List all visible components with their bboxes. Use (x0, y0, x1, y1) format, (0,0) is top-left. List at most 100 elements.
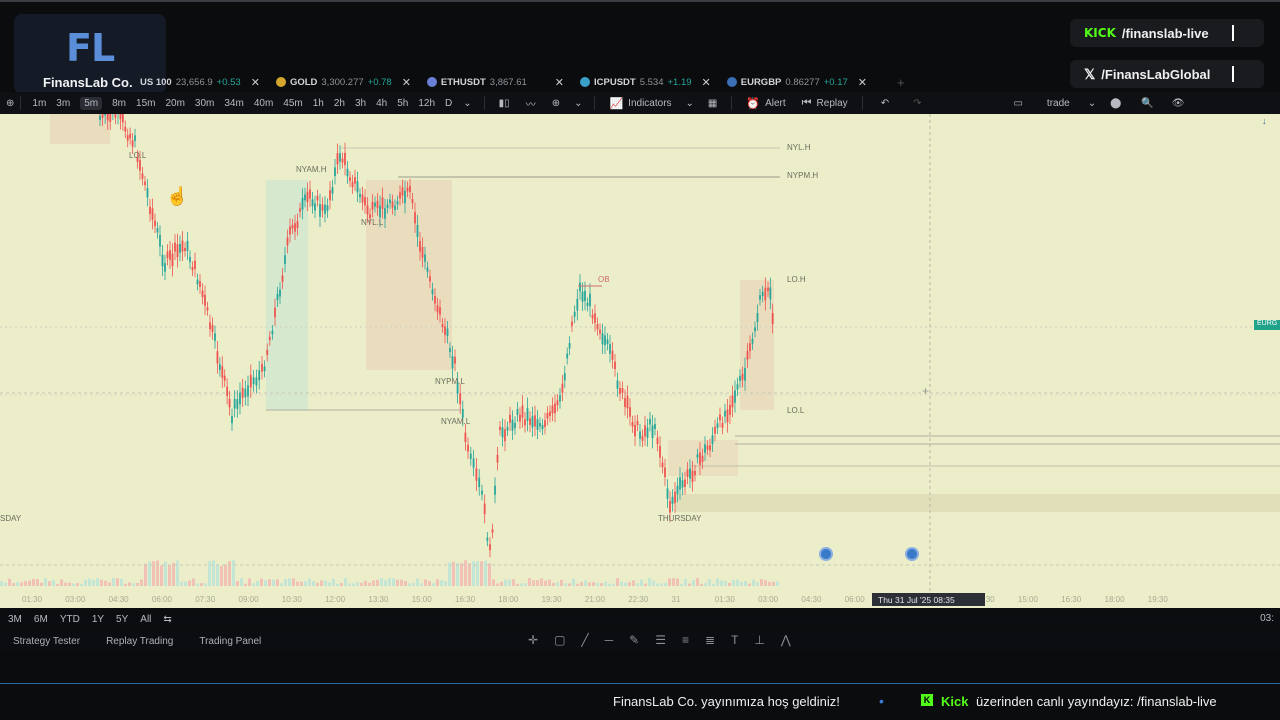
candle-body (591, 314, 594, 319)
range-ytd[interactable]: YTD (60, 614, 80, 625)
trendline-tool-icon[interactable]: ╱ (581, 633, 588, 647)
tab-strategy-tester[interactable]: Strategy Tester (13, 636, 80, 647)
timeframe-15m[interactable]: 15m (136, 98, 155, 109)
symbol-tab[interactable]: ICPUSDT 5.534 +1.19 ✕ (580, 74, 727, 90)
close-icon[interactable]: ✕ (402, 76, 411, 89)
candle-body (228, 398, 231, 408)
timeframe-4h[interactable]: 4h (376, 98, 387, 109)
candle-body (536, 419, 539, 430)
candle-body (176, 244, 179, 258)
lines-tool-icon[interactable]: ≣ (705, 633, 715, 647)
chevron-down-icon[interactable]: ⌄ (574, 98, 582, 109)
undo-icon[interactable]: ↶ (881, 98, 889, 109)
candle-body (646, 427, 649, 438)
symbol-tab[interactable]: EURGBP 0.86277 +0.17 ✕ (726, 74, 883, 90)
redo-icon[interactable]: ↷ (913, 98, 921, 109)
candle-body (124, 126, 127, 132)
x-badge[interactable]: 𝕏 /FinansLabGlobal (1070, 60, 1264, 88)
timeframe-1m[interactable]: 1m (32, 98, 46, 109)
tab-trading-panel[interactable]: Trading Panel (199, 636, 261, 647)
rectangle-tool-icon[interactable]: ▢ (554, 633, 565, 647)
timeframe-34m[interactable]: 34m (224, 98, 243, 109)
add-tab-icon[interactable]: + (897, 75, 905, 90)
kick-badge[interactable]: KICK /finanslab-live (1070, 19, 1264, 47)
timeframe-5m[interactable]: 5m (80, 96, 103, 110)
day-label: THURSDAY (658, 514, 702, 523)
chevron-down-icon[interactable]: ⌄ (686, 98, 694, 109)
toggle-icon[interactable]: ⬤ (1110, 98, 1121, 109)
volume-bar (160, 565, 163, 586)
clock[interactable]: 03: (1260, 613, 1274, 624)
volume-bar (416, 578, 419, 586)
volume-bar (96, 578, 99, 586)
close-icon[interactable]: ✕ (251, 76, 260, 89)
replay-button[interactable]: ⏮ Replay (802, 97, 848, 110)
timeframe-3h[interactable]: 3h (355, 98, 366, 109)
volume-bar (456, 563, 459, 586)
fullscreen-icon[interactable]: ▭ (1013, 98, 1022, 109)
volume-bar (176, 560, 179, 586)
range-3m[interactable]: 3M (8, 614, 22, 625)
symbol-tab[interactable]: GOLD 3,300.277 +0.78 ✕ (275, 74, 427, 90)
timeframe-40m[interactable]: 40m (254, 98, 273, 109)
range-5y[interactable]: 5Y (116, 614, 128, 625)
time-tick: 13:30 (368, 595, 389, 604)
candles-icon[interactable]: ▮▯ (499, 98, 510, 109)
volume-bar (424, 579, 427, 586)
range-all[interactable]: All (140, 614, 151, 625)
symbol-tab[interactable]: ETHUSDT 3,867.61 ✕ (426, 74, 580, 90)
candle-body (258, 370, 261, 381)
candle-body (154, 220, 156, 227)
eye-icon[interactable]: 👁 (1172, 98, 1185, 109)
time-axis[interactable]: 01:30 03:00 04:30 06:00 07:30 09:00 10:30 12:00… (0, 592, 1280, 608)
channel-tool-icon[interactable]: ≡ (682, 633, 689, 647)
timeframe-20m[interactable]: 20m (165, 98, 184, 109)
hline-tool-icon[interactable]: ─ (605, 633, 614, 647)
price-chart[interactable]: NYL.H NYPM.H NYAM.H NYL.L LO.L NYPM.L NY… (0, 114, 1280, 592)
compare-icon[interactable]: ⊕ (552, 98, 560, 109)
timeframe-8m[interactable]: 8m (112, 98, 126, 109)
close-icon[interactable]: ✕ (858, 76, 867, 89)
candle-body (709, 445, 711, 451)
timeframe-5h[interactable]: 5h (397, 98, 408, 109)
search-icon[interactable]: 🔍 (1141, 98, 1153, 109)
chart-canvas[interactable] (0, 114, 1280, 592)
close-icon[interactable]: ✕ (555, 76, 564, 89)
candle-body (263, 366, 266, 372)
range-1y[interactable]: 1Y (92, 614, 104, 625)
add-symbol-icon[interactable]: ⊕ (6, 98, 14, 109)
timeframe-1h[interactable]: 1h (313, 98, 324, 109)
range-6m[interactable]: 6M (34, 614, 48, 625)
crosshair-tool-icon[interactable]: ✛ (528, 633, 538, 647)
alert-button[interactable]: ⏰ Alert (746, 97, 785, 110)
scroll-arrow-icon[interactable]: ↓ (1262, 116, 1267, 126)
measure-tool-icon[interactable]: ⊥ (754, 633, 764, 647)
tab-replay-trading[interactable]: Replay Trading (106, 636, 173, 647)
volume-bar (156, 560, 159, 586)
timeframe-d[interactable]: D (445, 98, 452, 109)
fib-tool-icon[interactable]: ☰ (655, 633, 666, 647)
brush-tool-icon[interactable]: ✎ (629, 633, 639, 647)
divider (861, 96, 863, 110)
chevron-down-icon[interactable]: ⌄ (463, 98, 471, 109)
volume-bar (508, 579, 511, 586)
timeframe-45m[interactable]: 45m (283, 98, 302, 109)
layout-grid-icon[interactable]: ▦ (708, 98, 717, 109)
indicators-button[interactable]: 📈 Indicators (609, 97, 671, 110)
timeframe-3m[interactable]: 3m (56, 98, 70, 109)
line-chart-icon[interactable]: 〰 (526, 96, 536, 111)
text-tool-icon[interactable]: T (731, 633, 738, 647)
pattern-tool-icon[interactable]: ⋀ (781, 633, 791, 647)
trade-label[interactable]: trade (1047, 98, 1070, 109)
candle-body (268, 336, 271, 340)
close-icon[interactable]: ✕ (702, 76, 711, 89)
timeframe-12h[interactable]: 12h (418, 98, 435, 109)
goto-date-icon[interactable]: ⇆ (163, 614, 171, 625)
chevron-down-icon[interactable]: ⌄ (1088, 98, 1096, 109)
volume-bar (372, 580, 375, 586)
timeframe-2h[interactable]: 2h (334, 98, 345, 109)
volume-bar (620, 581, 623, 586)
symbol-tab[interactable]: US 100 23,656.9 +0.53 ✕ (140, 74, 276, 90)
timeframe-30m[interactable]: 30m (195, 98, 214, 109)
candle-body (744, 367, 746, 381)
